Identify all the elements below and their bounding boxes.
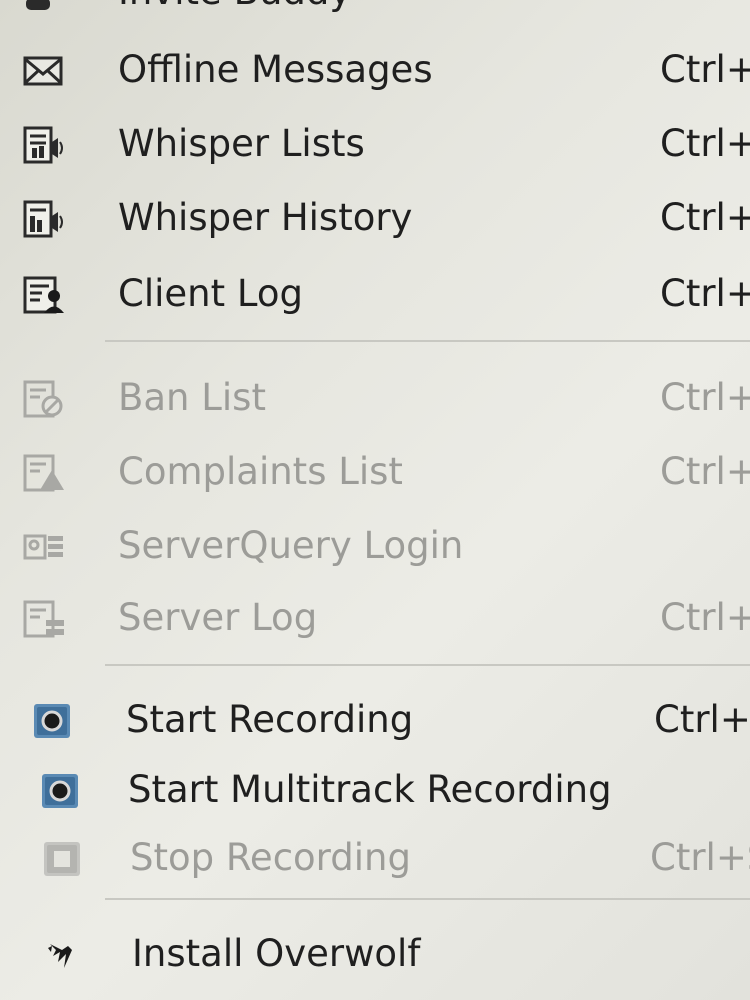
server-log-icon (22, 600, 66, 638)
menu-item-install-overwolf[interactable]: Install Overwolf (0, 922, 750, 986)
menu-item-shortcut: Ctrl+S (650, 836, 750, 879)
menu-item-server-log[interactable]: Server Log Ctrl+ (0, 586, 750, 650)
menu-separator (105, 898, 750, 900)
menu-item-whisper-history[interactable]: Whisper History Ctrl+ (0, 186, 750, 250)
complaints-list-icon (22, 454, 66, 492)
menu-separator (105, 664, 750, 666)
envelope-icon (22, 52, 66, 90)
menu-item-label: Offline Messages (118, 48, 433, 91)
menu-item-shortcut: Ctrl+S (654, 698, 750, 741)
ban-list-icon (22, 380, 66, 418)
menu-item-client-log[interactable]: Client Log Ctrl+ (0, 262, 750, 326)
menu-item-ban-list[interactable]: Ban List Ctrl+ (0, 366, 750, 430)
context-menu: Invite Buddy Offline Messages Ctrl+ Whis… (0, 0, 750, 1000)
menu-item-label: Complaints List (118, 450, 403, 493)
overwolf-icon (44, 936, 88, 974)
menu-item-shortcut: Ctrl+ (660, 48, 750, 91)
menu-item-label: Whisper History (118, 196, 413, 239)
client-log-icon (22, 276, 66, 314)
menu-item-label: ServerQuery Login (118, 524, 464, 567)
menu-item-label: Client Log (118, 272, 303, 315)
menu-item-label: Ban List (118, 376, 266, 419)
menu-item-stop-recording[interactable]: Stop Recording Ctrl+S (0, 826, 750, 890)
menu-item-shortcut: Ctrl+ (660, 450, 750, 493)
menu-item-label: Start Multitrack Recording (128, 768, 612, 811)
serverquery-login-icon (22, 528, 66, 566)
menu-item-offline-messages[interactable]: Offline Messages Ctrl+ (0, 38, 750, 102)
menu-item-shortcut: Ctrl+ (660, 376, 750, 419)
menu-item-shortcut: Ctrl+ (660, 122, 750, 165)
menu-item-invite-buddy[interactable]: Invite Buddy (0, 0, 750, 24)
menu-item-shortcut: Ctrl+ (660, 272, 750, 315)
menu-item-start-multitrack-recording[interactable]: Start Multitrack Recording (0, 758, 750, 822)
menu-item-shortcut: Ctrl+ (660, 596, 750, 639)
menu-separator (105, 340, 750, 342)
menu-item-label: Start Recording (126, 698, 414, 741)
whisper-history-icon (22, 200, 66, 238)
menu-item-label: Install Overwolf (132, 932, 421, 975)
invite-buddy-icon (22, 0, 66, 12)
menu-item-label: Stop Recording (130, 836, 411, 879)
menu-item-serverquery-login[interactable]: ServerQuery Login (0, 514, 750, 578)
menu-item-whisper-lists[interactable]: Whisper Lists Ctrl+ (0, 112, 750, 176)
whisper-lists-icon (22, 126, 66, 164)
menu-item-label: Whisper Lists (118, 122, 365, 165)
menu-item-start-recording[interactable]: Start Recording Ctrl+S (0, 688, 750, 752)
record-icon (30, 702, 74, 740)
menu-item-shortcut: Ctrl+ (660, 196, 750, 239)
record-multitrack-icon (38, 772, 82, 810)
menu-item-complaints-list[interactable]: Complaints List Ctrl+ (0, 440, 750, 504)
menu-item-label: Server Log (118, 596, 318, 639)
menu-item-label: Invite Buddy (118, 0, 351, 18)
stop-record-icon (40, 840, 84, 878)
